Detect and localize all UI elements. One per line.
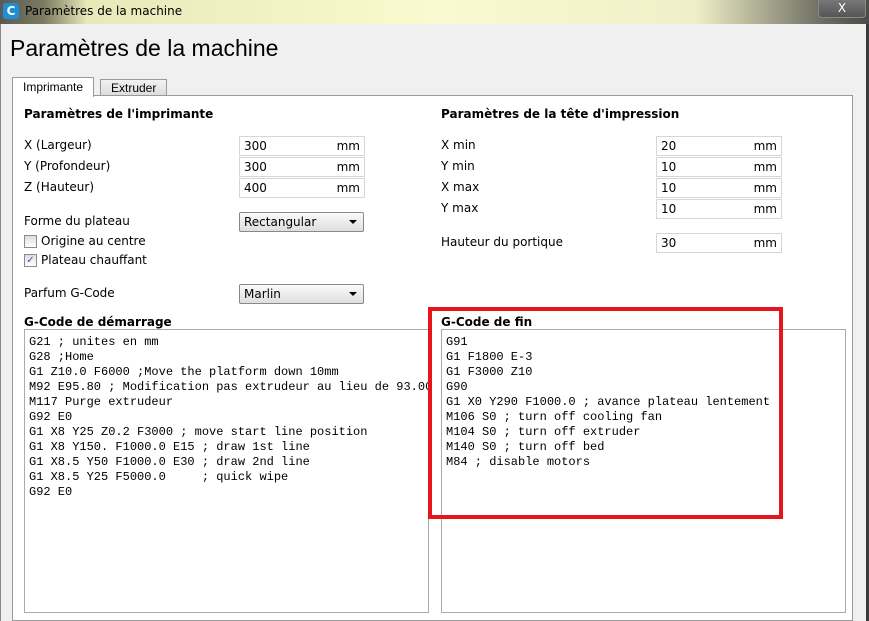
y-max-label: Y max (441, 201, 479, 215)
x-min-label: X min (441, 138, 476, 152)
title-bar: C Paramètres de la machine X (0, 0, 869, 24)
end-gcode-textarea[interactable]: G91 G1 F1800 E-3 G1 F3000 Z10 G90 G1 X0 … (441, 329, 846, 613)
page-title: Paramètres de la machine (10, 35, 279, 61)
start-gcode-label: G-Code de démarrage (24, 315, 172, 329)
gcode-flavor-select[interactable]: Marlin (239, 284, 364, 304)
y-depth-label: Y (Profondeur) (24, 159, 111, 173)
x-max-label: X max (441, 180, 480, 194)
printer-settings-title: Paramètres de l'imprimante (24, 107, 214, 121)
unit-label: mm (753, 139, 777, 153)
y-min-value: 10 (661, 160, 677, 174)
chevron-down-icon (349, 292, 357, 296)
origin-center-checkbox[interactable] (24, 235, 37, 248)
gantry-height-value: 30 (661, 236, 677, 250)
gantry-height-input[interactable]: 30 mm (656, 233, 782, 253)
x-width-label: X (Largeur) (24, 138, 92, 152)
y-depth-input[interactable]: 300 mm (239, 157, 365, 177)
z-height-input[interactable]: 400 mm (239, 178, 365, 198)
tab-imprimante[interactable]: Imprimante (12, 77, 95, 97)
tab-extruder[interactable]: Extruder (100, 79, 168, 96)
origin-center-label: Origine au centre (41, 234, 146, 248)
bed-shape-value: Rectangular (244, 215, 317, 229)
y-min-input[interactable]: 10 mm (656, 157, 782, 177)
unit-label: mm (753, 202, 777, 216)
y-max-value: 10 (661, 202, 677, 216)
unit-label: mm (753, 160, 777, 174)
unit-label: mm (336, 181, 360, 195)
z-height-label: Z (Hauteur) (24, 180, 95, 194)
unit-label: mm (753, 236, 777, 250)
checkmark-icon: ✓ (26, 255, 35, 266)
unit-label: mm (336, 139, 360, 153)
y-min-label: Y min (441, 159, 475, 173)
unit-label: mm (336, 160, 360, 174)
bed-shape-label: Forme du plateau (24, 214, 130, 228)
start-gcode-textarea[interactable]: G21 ; unites en mm G28 ;Home G1 Z10.0 F6… (24, 329, 429, 613)
x-min-input[interactable]: 20 mm (656, 136, 782, 156)
x-min-value: 20 (661, 139, 677, 153)
close-button[interactable]: X (818, 0, 866, 18)
x-width-input[interactable]: 300 mm (239, 136, 365, 156)
cura-icon: C (3, 3, 19, 19)
y-depth-value: 300 (244, 160, 267, 174)
gcode-flavor-value: Marlin (244, 287, 281, 301)
bed-shape-select[interactable]: Rectangular (239, 212, 364, 232)
gantry-height-label: Hauteur du portique (441, 235, 563, 249)
y-max-input[interactable]: 10 mm (656, 199, 782, 219)
unit-label: mm (753, 181, 777, 195)
heated-bed-label: Plateau chauffant (41, 253, 147, 267)
x-max-input[interactable]: 10 mm (656, 178, 782, 198)
x-width-value: 300 (244, 139, 267, 153)
window-title: Paramètres de la machine (25, 4, 183, 18)
gcode-flavor-label: Parfum G-Code (24, 286, 115, 300)
end-gcode-label: G-Code de fin (441, 315, 533, 329)
x-max-value: 10 (661, 181, 677, 195)
head-settings-title: Paramètres de la tête d'impression (441, 107, 680, 121)
chevron-down-icon (349, 220, 357, 224)
z-height-value: 400 (244, 181, 267, 195)
heated-bed-checkbox[interactable]: ✓ (24, 254, 37, 267)
